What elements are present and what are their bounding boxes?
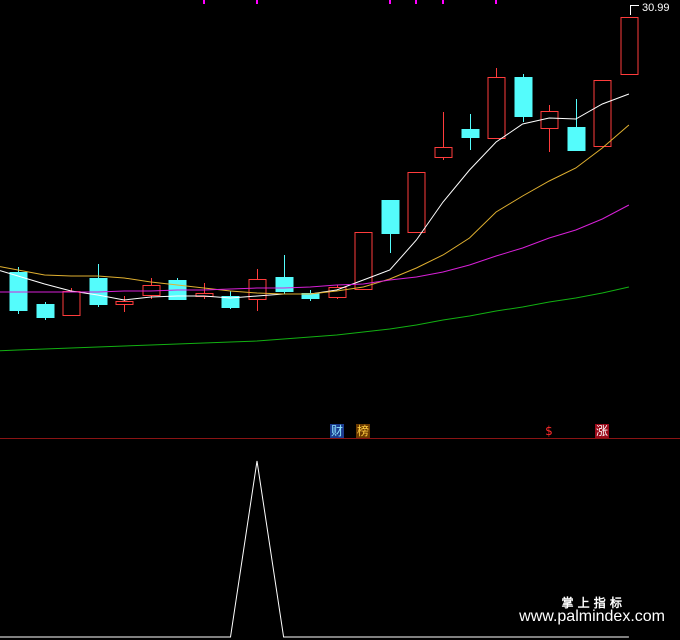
candle-up[interactable]: [354, 232, 373, 291]
candle-body-down[interactable]: [567, 127, 586, 151]
moving-averages-group: [0, 93, 630, 352]
top-markers-group: [203, 0, 497, 4]
top-signal-marker: [256, 0, 258, 4]
candle-body-up[interactable]: [434, 147, 453, 158]
candle-body-up[interactable]: [540, 111, 559, 129]
candle-down[interactable]: [381, 200, 400, 254]
candle-up[interactable]: [487, 68, 506, 139]
candle-up[interactable]: [434, 112, 453, 160]
candle-body-down[interactable]: [514, 77, 533, 117]
max-price-marker: [630, 5, 639, 15]
candle-body-down[interactable]: [36, 304, 55, 318]
watermark-url: www.palmindex.com: [519, 608, 665, 625]
candle-body-up[interactable]: [407, 172, 426, 233]
candle-body-up[interactable]: [593, 80, 612, 147]
top-signal-marker: [203, 0, 205, 4]
candle-body-up[interactable]: [328, 287, 347, 298]
candle-down[interactable]: [221, 291, 240, 309]
candle-body-up[interactable]: [115, 301, 134, 305]
moving-average-line: [0, 124, 630, 295]
top-signal-marker: [389, 0, 391, 4]
candle-up[interactable]: [540, 105, 559, 152]
candle-body-up[interactable]: [620, 17, 639, 75]
top-signal-marker: [415, 0, 417, 4]
candle-up[interactable]: [407, 172, 426, 233]
candle-down[interactable]: [567, 99, 586, 151]
candle-down[interactable]: [89, 264, 108, 307]
candle-down[interactable]: [461, 114, 480, 150]
candle-up[interactable]: [248, 269, 267, 311]
candle-up[interactable]: [593, 80, 612, 147]
candle-down[interactable]: [36, 302, 55, 320]
candle-body-up[interactable]: [487, 77, 506, 139]
moving-average-line: [0, 93, 630, 301]
stock-chart-window: 30.99 财榜 $ 涨 掌 上 指 标 www.palmindex.com: [0, 0, 680, 640]
top-signal-marker: [495, 0, 497, 4]
candle-body-up[interactable]: [354, 232, 373, 290]
candle-body-down[interactable]: [381, 200, 400, 234]
candle-body-down[interactable]: [275, 277, 294, 292]
candle-body-up[interactable]: [62, 291, 81, 316]
candlestick-pane[interactable]: [0, 0, 680, 438]
top-signal-marker: [442, 0, 444, 4]
candles-group: [9, 17, 639, 320]
candle-up[interactable]: [620, 17, 639, 75]
candle-body-down[interactable]: [461, 129, 480, 138]
candle-down[interactable]: [301, 290, 320, 301]
candle-up[interactable]: [115, 296, 134, 312]
candle-down[interactable]: [514, 74, 533, 122]
max-price-label: 30.99: [642, 2, 670, 14]
